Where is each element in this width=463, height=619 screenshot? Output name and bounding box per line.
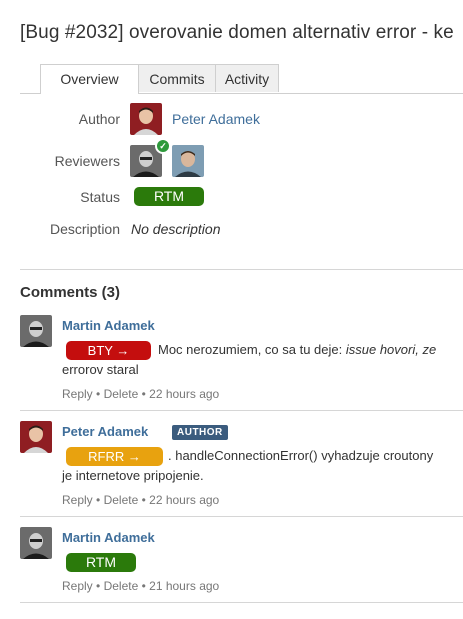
comment-divider bbox=[20, 410, 463, 411]
status-label: Status bbox=[80, 189, 120, 205]
comment-timestamp: 22 hours ago bbox=[149, 493, 220, 507]
comment-author-link[interactable]: Martin Adamek bbox=[62, 318, 155, 333]
description-value: No description bbox=[131, 221, 221, 237]
comment-actions: Reply • Delete • 22 hours ago bbox=[62, 387, 219, 401]
separator-dot: • bbox=[96, 493, 101, 507]
delete-link[interactable]: Delete bbox=[104, 493, 139, 507]
comment-text-line: Moc nerozumiem, co sa tu deje: issue hov… bbox=[158, 340, 436, 360]
delete-link[interactable]: Delete bbox=[104, 387, 139, 401]
comment-status-badge: BTY → bbox=[66, 341, 151, 360]
comment-actions: Reply • Delete • 22 hours ago bbox=[62, 493, 219, 507]
separator-dot: • bbox=[96, 579, 101, 593]
comment-text-line: . handleConnectionError() vyhadzuje crou… bbox=[168, 448, 434, 463]
status-badge: RTM bbox=[134, 187, 204, 206]
reviewer-avatar-2[interactable] bbox=[172, 145, 204, 177]
comment-timestamp: 21 hours ago bbox=[149, 579, 220, 593]
comment-divider bbox=[20, 516, 463, 517]
tab-bar: Overview Commits Activity bbox=[20, 64, 463, 94]
comment-status-badge: RFRR → bbox=[66, 447, 163, 466]
author-tag-badge: AUTHOR bbox=[172, 425, 228, 440]
author-avatar[interactable] bbox=[130, 103, 162, 135]
comment-timestamp: 22 hours ago bbox=[149, 387, 220, 401]
comment-actions: Reply • Delete • 21 hours ago bbox=[62, 579, 219, 593]
author-name-link[interactable]: Peter Adamek bbox=[172, 111, 260, 127]
comment-avatar[interactable] bbox=[20, 315, 52, 347]
tab-commits[interactable]: Commits bbox=[138, 64, 216, 92]
approved-check-icon: ✓ bbox=[155, 138, 171, 154]
page-title: [Bug #2032] overovanie domen alternativ … bbox=[20, 22, 454, 43]
tab-activity[interactable]: Activity bbox=[215, 64, 279, 92]
reply-link[interactable]: Reply bbox=[62, 387, 93, 401]
delete-link[interactable]: Delete bbox=[104, 579, 139, 593]
reviewers-label: Reviewers bbox=[54, 153, 120, 169]
comment-status-badge: RTM bbox=[66, 553, 136, 572]
comment-text-line: je internetove pripojenie. bbox=[62, 468, 204, 483]
comment-divider bbox=[20, 602, 463, 603]
comments-heading: Comments (3) bbox=[20, 284, 121, 301]
separator-dot: • bbox=[141, 579, 146, 593]
separator-dot: • bbox=[141, 493, 146, 507]
comment-text-italic: issue hovori, ze bbox=[345, 342, 437, 357]
comment-text-line: errorov staral bbox=[62, 362, 139, 377]
comment-author-link[interactable]: Peter Adamek bbox=[62, 424, 148, 439]
separator-dot: • bbox=[96, 387, 101, 401]
tab-overview[interactable]: Overview bbox=[40, 64, 139, 94]
comment-avatar[interactable] bbox=[20, 421, 52, 453]
comment-avatar[interactable] bbox=[20, 527, 52, 559]
comment-text-part: Moc nerozumiem, co sa tu deje: bbox=[158, 342, 346, 357]
description-label: Description bbox=[49, 221, 120, 237]
reply-link[interactable]: Reply bbox=[62, 579, 93, 593]
separator-dot: • bbox=[141, 387, 146, 401]
comment-author-link[interactable]: Martin Adamek bbox=[62, 530, 155, 545]
author-label: Author bbox=[78, 111, 120, 127]
reply-link[interactable]: Reply bbox=[62, 493, 93, 507]
section-divider bbox=[20, 269, 463, 270]
